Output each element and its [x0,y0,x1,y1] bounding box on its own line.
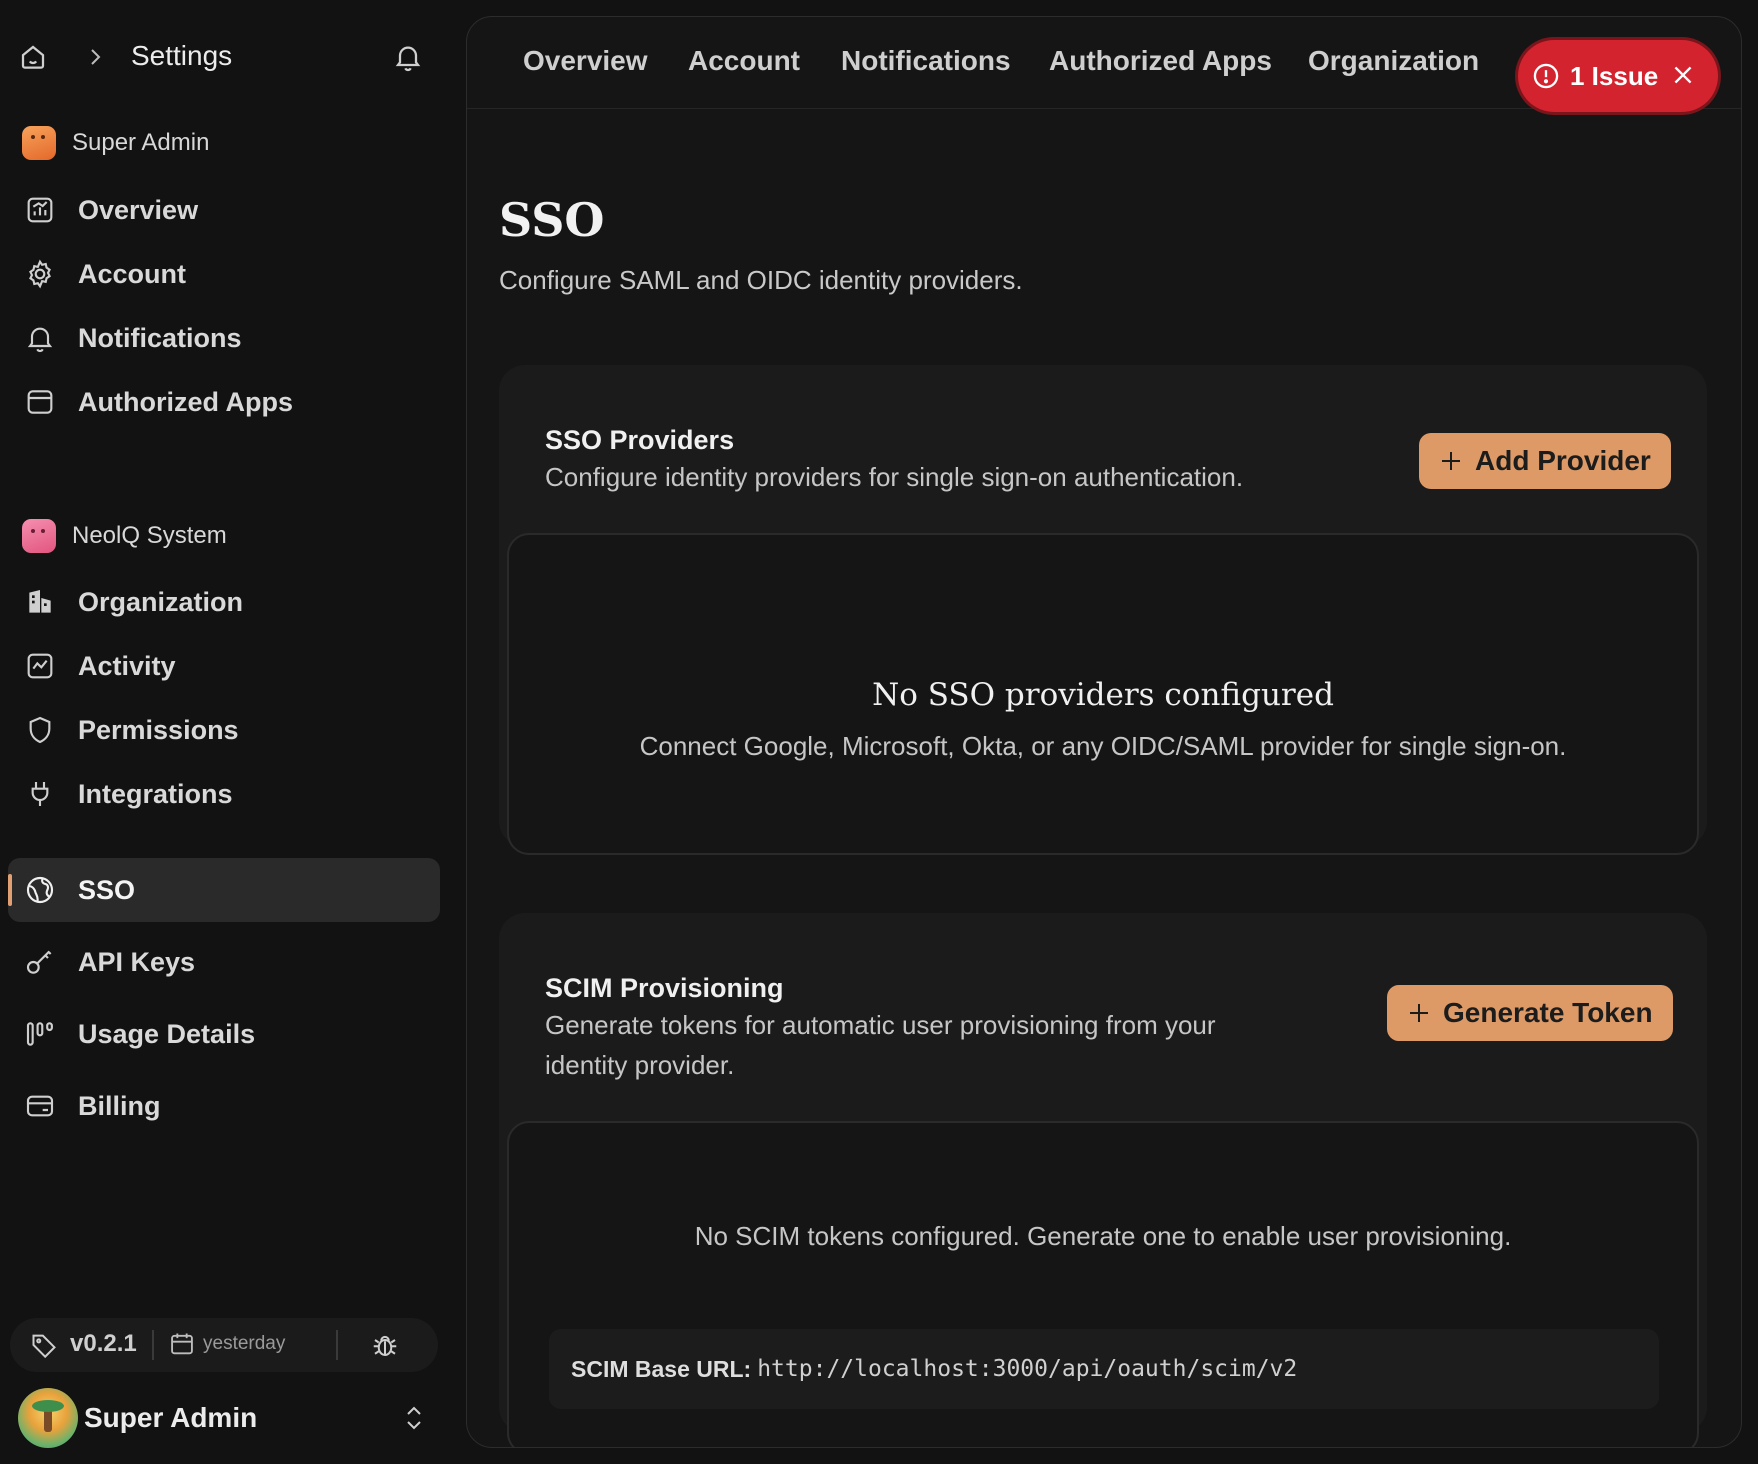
sidebar-item-billing[interactable]: Billing [8,1074,440,1138]
card-icon [26,1095,54,1117]
chevron-up-down-icon [407,1406,421,1430]
sidebar-group-label: Super Admin [72,129,210,156]
sidebar-item-label: Billing [78,1090,161,1121]
building-icon [29,590,51,613]
user-menu[interactable]: Super Admin [18,1386,438,1450]
sso-providers-empty-state: No SSO providers configured Connect Goog… [507,533,1699,855]
sidebar-footer: v0.2.1 yesterday [10,1318,438,1372]
tab-authorized-apps[interactable]: Authorized Apps [1049,45,1272,77]
plug-icon [31,782,49,806]
bell-icon [27,327,53,353]
empty-state-description: No SCIM tokens configured. Generate one … [694,1221,1512,1251]
card-description-line1: Generate tokens for automatic user provi… [545,1010,1216,1040]
sso-providers-card: SSO Providers Configure identity provide… [499,365,1707,855]
page-subtitle: Configure SAML and OIDC identity provide… [499,265,1023,295]
user-avatar [18,1388,78,1448]
sidebar-item-label: Permissions [78,714,239,745]
release-date-label: yesterday [203,1333,286,1354]
sidebar-item-organization[interactable]: Organization [8,570,440,634]
sidebar-item-api-keys[interactable]: API Keys [8,930,440,994]
sidebar-item-sso[interactable]: SSO [8,858,440,922]
sidebar-header: Settings [0,30,460,86]
sidebar: Settings Super Admin Overview Account No… [0,0,460,1464]
scim-provisioning-card: SCIM Provisioning Generate tokens for au… [499,913,1707,1447]
sidebar-item-label: Account [78,258,186,289]
divider [336,1330,338,1360]
main-panel: Overview Account Notifications Authorize… [466,16,1742,1448]
add-provider-button[interactable]: Add Provider [1419,433,1671,489]
page-title: SSO [499,193,605,247]
bug-icon[interactable] [370,1329,400,1361]
empty-state-description: Connect Google, Microsoft, Okta, or any … [639,731,1567,761]
gear-icon [29,259,51,289]
sidebar-item-integrations[interactable]: Integrations [8,762,440,826]
issue-label: 1 Issue [1570,60,1659,91]
close-icon[interactable] [1670,62,1696,88]
scim-tokens-empty-state: No SCIM tokens configured. Generate one … [507,1121,1699,1447]
app-window-icon [27,390,53,414]
sidebar-item-permissions[interactable]: Permissions [8,698,440,762]
sidebar-item-label: Authorized Apps [78,386,293,417]
tag-icon [32,1334,56,1359]
divider [152,1330,154,1360]
button-label: Add Provider [1475,445,1651,476]
home-icon[interactable] [18,42,48,72]
generate-token-button[interactable]: Generate Token [1387,985,1673,1041]
sidebar-item-label: Usage Details [78,1018,256,1049]
empty-state-title: No SSO providers configured [872,677,1334,713]
sidebar-item-label: SSO [78,874,136,905]
activity-icon [27,653,53,679]
bell-icon[interactable] [392,40,424,74]
sidebar-item-label: Organization [78,586,244,617]
issue-toast[interactable]: 1 Issue [1518,40,1718,112]
globe-icon [26,876,54,904]
alert-circle-icon [1533,63,1559,89]
card-description-line2: identity provider. [545,1050,735,1080]
button-label: Generate Token [1443,997,1653,1028]
tab-overview[interactable]: Overview [523,45,648,77]
scim-base-url-label: SCIM Base URL: [571,1355,752,1382]
card-title: SSO Providers [545,425,735,455]
tab-notifications[interactable]: Notifications [841,45,1011,77]
version-label: v0.2.1 [70,1330,137,1357]
tab-account[interactable]: Account [688,45,800,77]
scim-base-url-value[interactable]: http://localhost:3000/api/oauth/scim/v2 [757,1356,1297,1382]
sidebar-item-notifications[interactable]: Notifications [8,306,440,370]
sidebar-item-overview[interactable]: Overview [8,178,440,242]
sidebar-item-usage-details[interactable]: Usage Details [8,1002,440,1066]
chart-icon [27,197,53,223]
tab-organization[interactable]: Organization [1308,45,1479,77]
sidebar-item-account[interactable]: Account [8,242,440,306]
chevron-right-icon [91,49,101,65]
sidebar-item-activity[interactable]: Activity [8,634,440,698]
sidebar-group-label: NeolQ System [72,522,227,549]
card-title: SCIM Provisioning [545,973,784,1003]
sidebar-item-label: Overview [78,194,199,225]
sidebar-item-authorized-apps[interactable]: Authorized Apps [8,370,440,434]
plus-icon [1442,452,1460,470]
sidebar-item-label: Notifications [78,322,242,353]
sidebar-item-label: API Keys [78,946,196,977]
sidebar-item-label: Activity [78,650,176,681]
card-description: Configure identity providers for single … [545,462,1244,492]
sidebar-group-super-admin: Super Admin [22,126,209,160]
key-icon [26,950,52,974]
super-admin-avatar [22,126,56,160]
user-name: Super Admin [84,1402,258,1433]
sidebar-group-neolq-system: NeolQ System [22,519,227,553]
calendar-icon [171,1333,193,1355]
scim-base-url-box: SCIM Base URL: http://localhost:3000/api… [549,1329,1659,1409]
usage-icon [26,1022,53,1046]
sidebar-item-label: Integrations [78,778,233,809]
settings-title: Settings [131,40,233,71]
plus-icon [1410,1004,1428,1022]
shield-icon [29,716,51,744]
neolq-system-avatar [22,519,56,553]
